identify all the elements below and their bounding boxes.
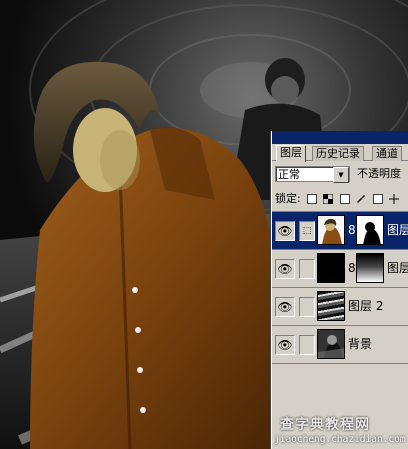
layer-row-4[interactable]: 👁 背景 <box>272 326 408 364</box>
lock-label: 锁定: <box>275 192 301 205</box>
lock-row: 锁定: <box>275 191 408 207</box>
move-icon <box>388 194 399 204</box>
lock-transparency-checkbox[interactable] <box>307 194 318 204</box>
watermark-url: jiaocheng.chazidian.com <box>274 434 406 445</box>
layer-name: 图层 2 <box>348 299 384 313</box>
layer-row-3[interactable]: 👁 图层 2 <box>272 288 408 326</box>
tab-layers[interactable]: 图层 <box>276 145 306 162</box>
layer-thumbnail <box>317 253 345 283</box>
layer-thumbnail <box>317 329 345 359</box>
lock-position-checkbox[interactable] <box>373 194 384 204</box>
watermark: 查字典教程网 jiaocheng.chazidian.com <box>272 412 408 449</box>
link-slot[interactable] <box>299 335 315 355</box>
chain-icon[interactable]: 8 <box>348 260 356 276</box>
eye-icon[interactable]: 👁 <box>275 335 295 355</box>
chain-icon[interactable]: 8 <box>348 222 356 238</box>
blend-mode-select[interactable]: 正常 ▼ <box>275 166 350 183</box>
link-slot[interactable] <box>299 259 315 279</box>
blend-mode-value: 正常 <box>278 168 300 181</box>
watermark-title: 查字典教程网 <box>280 417 370 433</box>
layer-thumbnail <box>317 291 345 321</box>
eye-icon[interactable]: 👁 <box>275 297 295 317</box>
chevron-down-icon[interactable]: ▼ <box>333 167 349 183</box>
eye-icon[interactable]: 👁 <box>275 221 295 241</box>
mask-thumbnail[interactable] <box>356 253 384 283</box>
layers-palette: 图层 历史记录 通道 正常 ▼ 不透明度 锁定: 👁 ⬚ 8 图 👁 8 图 👁… <box>271 131 408 449</box>
layer-name: 图层 <box>387 223 408 237</box>
layer-name: 背景 <box>348 337 373 351</box>
layer-name: 图层 <box>387 261 408 275</box>
layer-row-1[interactable]: 👁 ⬚ 8 图层 <box>272 212 408 250</box>
brush-icon <box>356 195 365 203</box>
tab-channels[interactable]: 通道 <box>372 146 402 161</box>
layer-row-2[interactable]: 👁 8 图层 <box>272 250 408 288</box>
eye-icon[interactable]: 👁 <box>275 259 295 279</box>
brush-link-icon[interactable]: ⬚ <box>299 221 315 241</box>
transparency-icon <box>322 194 333 204</box>
lock-image-checkbox[interactable] <box>340 194 351 204</box>
link-slot[interactable] <box>299 297 315 317</box>
mask-thumbnail[interactable] <box>356 215 384 245</box>
opacity-label: 不透明度 <box>357 167 401 180</box>
blend-row: 正常 ▼ 不透明度 <box>275 166 408 184</box>
layer-thumbnail <box>317 215 345 245</box>
tab-history[interactable]: 历史记录 <box>312 146 364 161</box>
palette-tabs: 图层 历史记录 通道 <box>272 144 408 162</box>
palette-titlebar[interactable] <box>272 131 408 144</box>
